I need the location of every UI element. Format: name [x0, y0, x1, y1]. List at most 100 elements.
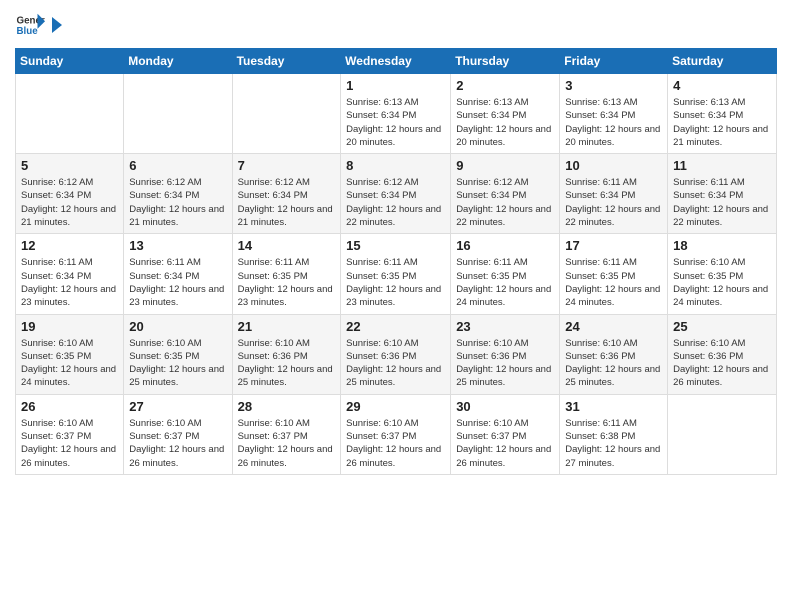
day-cell: 19 Sunrise: 6:10 AM Sunset: 6:35 PM Dayli… [16, 314, 124, 394]
weekday-header-thursday: Thursday [451, 49, 560, 74]
weekday-header-wednesday: Wednesday [341, 49, 451, 74]
day-cell: 5Sunrise: 6:12 AM Sunset: 6:34 PM Daylig… [16, 154, 124, 234]
day-number: 27 [129, 399, 226, 414]
weekday-header-sunday: Sunday [16, 49, 124, 74]
day-number: 25 [673, 319, 771, 334]
day-cell: 9 Sunrise: 6:12 AM Sunset: 6:34 PM Daylig… [451, 154, 560, 234]
day-number: 19 [21, 319, 118, 334]
day-cell: 10Sunrise: 6:11 AM Sunset: 6:34 PM Dayli… [560, 154, 668, 234]
day-number: 4 [673, 78, 771, 93]
day-info: Sunrise: 6:10 AM Sunset: 6:35 PM Dayligh… [673, 256, 771, 309]
day-cell: 8Sunrise: 6:12 AM Sunset: 6:34 PM Daylig… [341, 154, 451, 234]
page-container: General Blue SundayMondayTuesdayWednesda… [0, 0, 792, 485]
day-info: Sunrise: 6:11 AM Sunset: 6:38 PM Dayligh… [565, 417, 662, 470]
day-cell: 13 Sunrise: 6:11 AM Sunset: 6:34 PM Dayli… [124, 234, 232, 314]
day-info: Sunrise: 6:10 AM Sunset: 6:35 PM Dayligh… [21, 337, 118, 390]
day-cell: 7Sunrise: 6:12 AM Sunset: 6:34 PM Daylig… [232, 154, 341, 234]
day-cell: 21 Sunrise: 6:10 AM Sunset: 6:36 PM Dayli… [232, 314, 341, 394]
day-number: 21 [238, 319, 336, 334]
day-number: 18 [673, 238, 771, 253]
day-info: Sunrise: 6:10 AM Sunset: 6:36 PM Dayligh… [565, 337, 662, 390]
week-row-4: 19 Sunrise: 6:10 AM Sunset: 6:35 PM Dayli… [16, 314, 777, 394]
day-number: 20 [129, 319, 226, 334]
day-cell: 6 Sunrise: 6:12 AM Sunset: 6:34 PM Daylig… [124, 154, 232, 234]
day-cell: 29Sunrise: 6:10 AM Sunset: 6:37 PM Dayli… [341, 394, 451, 474]
day-cell: 26Sunrise: 6:10 AM Sunset: 6:37 PM Dayli… [16, 394, 124, 474]
day-number: 16 [456, 238, 554, 253]
day-cell: 2 Sunrise: 6:13 AM Sunset: 6:34 PM Daylig… [451, 74, 560, 154]
day-info: Sunrise: 6:11 AM Sunset: 6:35 PM Dayligh… [238, 256, 336, 309]
day-number: 3 [565, 78, 662, 93]
day-info: Sunrise: 6:12 AM Sunset: 6:34 PM Dayligh… [456, 176, 554, 229]
day-number: 24 [565, 319, 662, 334]
day-cell: 14Sunrise: 6:11 AM Sunset: 6:35 PM Dayli… [232, 234, 341, 314]
day-cell [16, 74, 124, 154]
week-row-5: 26 Sunrise: 6:10 AM Sunset: 6:37 PM Dayli… [16, 394, 777, 474]
day-cell: 24 Sunrise: 6:10 AM Sunset: 6:36 PM Dayli… [560, 314, 668, 394]
day-info: Sunrise: 6:10 AM Sunset: 6:36 PM Dayligh… [346, 337, 445, 390]
day-cell: 12Sunrise: 6:11 AM Sunset: 6:34 PM Dayli… [16, 234, 124, 314]
day-cell: 25Sunrise: 6:10 AM Sunset: 6:36 PM Dayli… [668, 314, 777, 394]
day-info: Sunrise: 6:11 AM Sunset: 6:35 PM Dayligh… [346, 256, 445, 309]
day-cell: 18 Sunrise: 6:10 AM Sunset: 6:35 PM Dayli… [668, 234, 777, 314]
day-cell: 22 Sunrise: 6:10 AM Sunset: 6:36 PM Dayli… [341, 314, 451, 394]
day-info: Sunrise: 6:12 AM Sunset: 6:34 PM Dayligh… [238, 176, 336, 229]
day-number: 6 [129, 158, 226, 173]
day-cell: 1 Sunrise: 6:13 AM Sunset: 6:34 PM Daylig… [341, 74, 451, 154]
day-cell: 28 Sunrise: 6:10 AM Sunset: 6:37 PM Dayli… [232, 394, 341, 474]
logo-text [49, 17, 65, 33]
day-number: 15 [346, 238, 445, 253]
day-cell: 3 Sunrise: 6:13 AM Sunset: 6:34 PM Daylig… [560, 74, 668, 154]
day-number: 10 [565, 158, 662, 173]
day-number: 30 [456, 399, 554, 414]
day-cell: 31 Sunrise: 6:11 AM Sunset: 6:38 PM Dayli… [560, 394, 668, 474]
day-cell [668, 394, 777, 474]
day-info: Sunrise: 6:11 AM Sunset: 6:34 PM Dayligh… [21, 256, 118, 309]
day-info: Sunrise: 6:11 AM Sunset: 6:34 PM Dayligh… [673, 176, 771, 229]
day-number: 5 [21, 158, 118, 173]
day-number: 26 [21, 399, 118, 414]
day-info: Sunrise: 6:12 AM Sunset: 6:34 PM Dayligh… [129, 176, 226, 229]
week-row-3: 12Sunrise: 6:11 AM Sunset: 6:34 PM Dayli… [16, 234, 777, 314]
day-info: Sunrise: 6:11 AM Sunset: 6:35 PM Dayligh… [456, 256, 554, 309]
weekday-header-saturday: Saturday [668, 49, 777, 74]
day-info: Sunrise: 6:13 AM Sunset: 6:34 PM Dayligh… [456, 96, 554, 149]
day-number: 22 [346, 319, 445, 334]
day-number: 28 [238, 399, 336, 414]
day-info: Sunrise: 6:10 AM Sunset: 6:37 PM Dayligh… [129, 417, 226, 470]
day-cell: 17 Sunrise: 6:11 AM Sunset: 6:35 PM Dayli… [560, 234, 668, 314]
day-info: Sunrise: 6:10 AM Sunset: 6:37 PM Dayligh… [238, 417, 336, 470]
logo-icon: General Blue [15, 10, 45, 40]
day-info: Sunrise: 6:11 AM Sunset: 6:34 PM Dayligh… [129, 256, 226, 309]
day-number: 13 [129, 238, 226, 253]
day-info: Sunrise: 6:12 AM Sunset: 6:34 PM Dayligh… [346, 176, 445, 229]
week-row-2: 5 Sunrise: 6:12 AM Sunset: 6:34 PM Daylig… [16, 154, 777, 234]
day-cell: 15 Sunrise: 6:11 AM Sunset: 6:35 PM Dayli… [341, 234, 451, 314]
svg-text:Blue: Blue [17, 26, 39, 37]
day-info: Sunrise: 6:10 AM Sunset: 6:36 PM Dayligh… [456, 337, 554, 390]
day-info: Sunrise: 6:10 AM Sunset: 6:37 PM Dayligh… [456, 417, 554, 470]
day-info: Sunrise: 6:13 AM Sunset: 6:34 PM Dayligh… [673, 96, 771, 149]
logo: General Blue [15, 10, 65, 40]
weekday-header-row: SundayMondayTuesdayWednesdayThursdayFrid… [16, 49, 777, 74]
calendar-table: SundayMondayTuesdayWednesdayThursdayFrid… [15, 48, 777, 475]
day-cell: 16 Sunrise: 6:11 AM Sunset: 6:35 PM Dayli… [451, 234, 560, 314]
day-info: Sunrise: 6:11 AM Sunset: 6:35 PM Dayligh… [565, 256, 662, 309]
day-number: 31 [565, 399, 662, 414]
day-number: 29 [346, 399, 445, 414]
day-cell [232, 74, 341, 154]
day-info: Sunrise: 6:10 AM Sunset: 6:35 PM Dayligh… [129, 337, 226, 390]
day-cell: 23Sunrise: 6:10 AM Sunset: 6:36 PM Dayli… [451, 314, 560, 394]
day-info: Sunrise: 6:13 AM Sunset: 6:34 PM Dayligh… [346, 96, 445, 149]
day-number: 1 [346, 78, 445, 93]
weekday-header-tuesday: Tuesday [232, 49, 341, 74]
day-cell: 30 Sunrise: 6:10 AM Sunset: 6:37 PM Dayli… [451, 394, 560, 474]
day-info: Sunrise: 6:10 AM Sunset: 6:36 PM Dayligh… [238, 337, 336, 390]
day-cell [124, 74, 232, 154]
weekday-header-monday: Monday [124, 49, 232, 74]
day-number: 17 [565, 238, 662, 253]
day-number: 2 [456, 78, 554, 93]
day-number: 9 [456, 158, 554, 173]
day-info: Sunrise: 6:13 AM Sunset: 6:34 PM Dayligh… [565, 96, 662, 149]
day-cell: 27 Sunrise: 6:10 AM Sunset: 6:37 PM Dayli… [124, 394, 232, 474]
